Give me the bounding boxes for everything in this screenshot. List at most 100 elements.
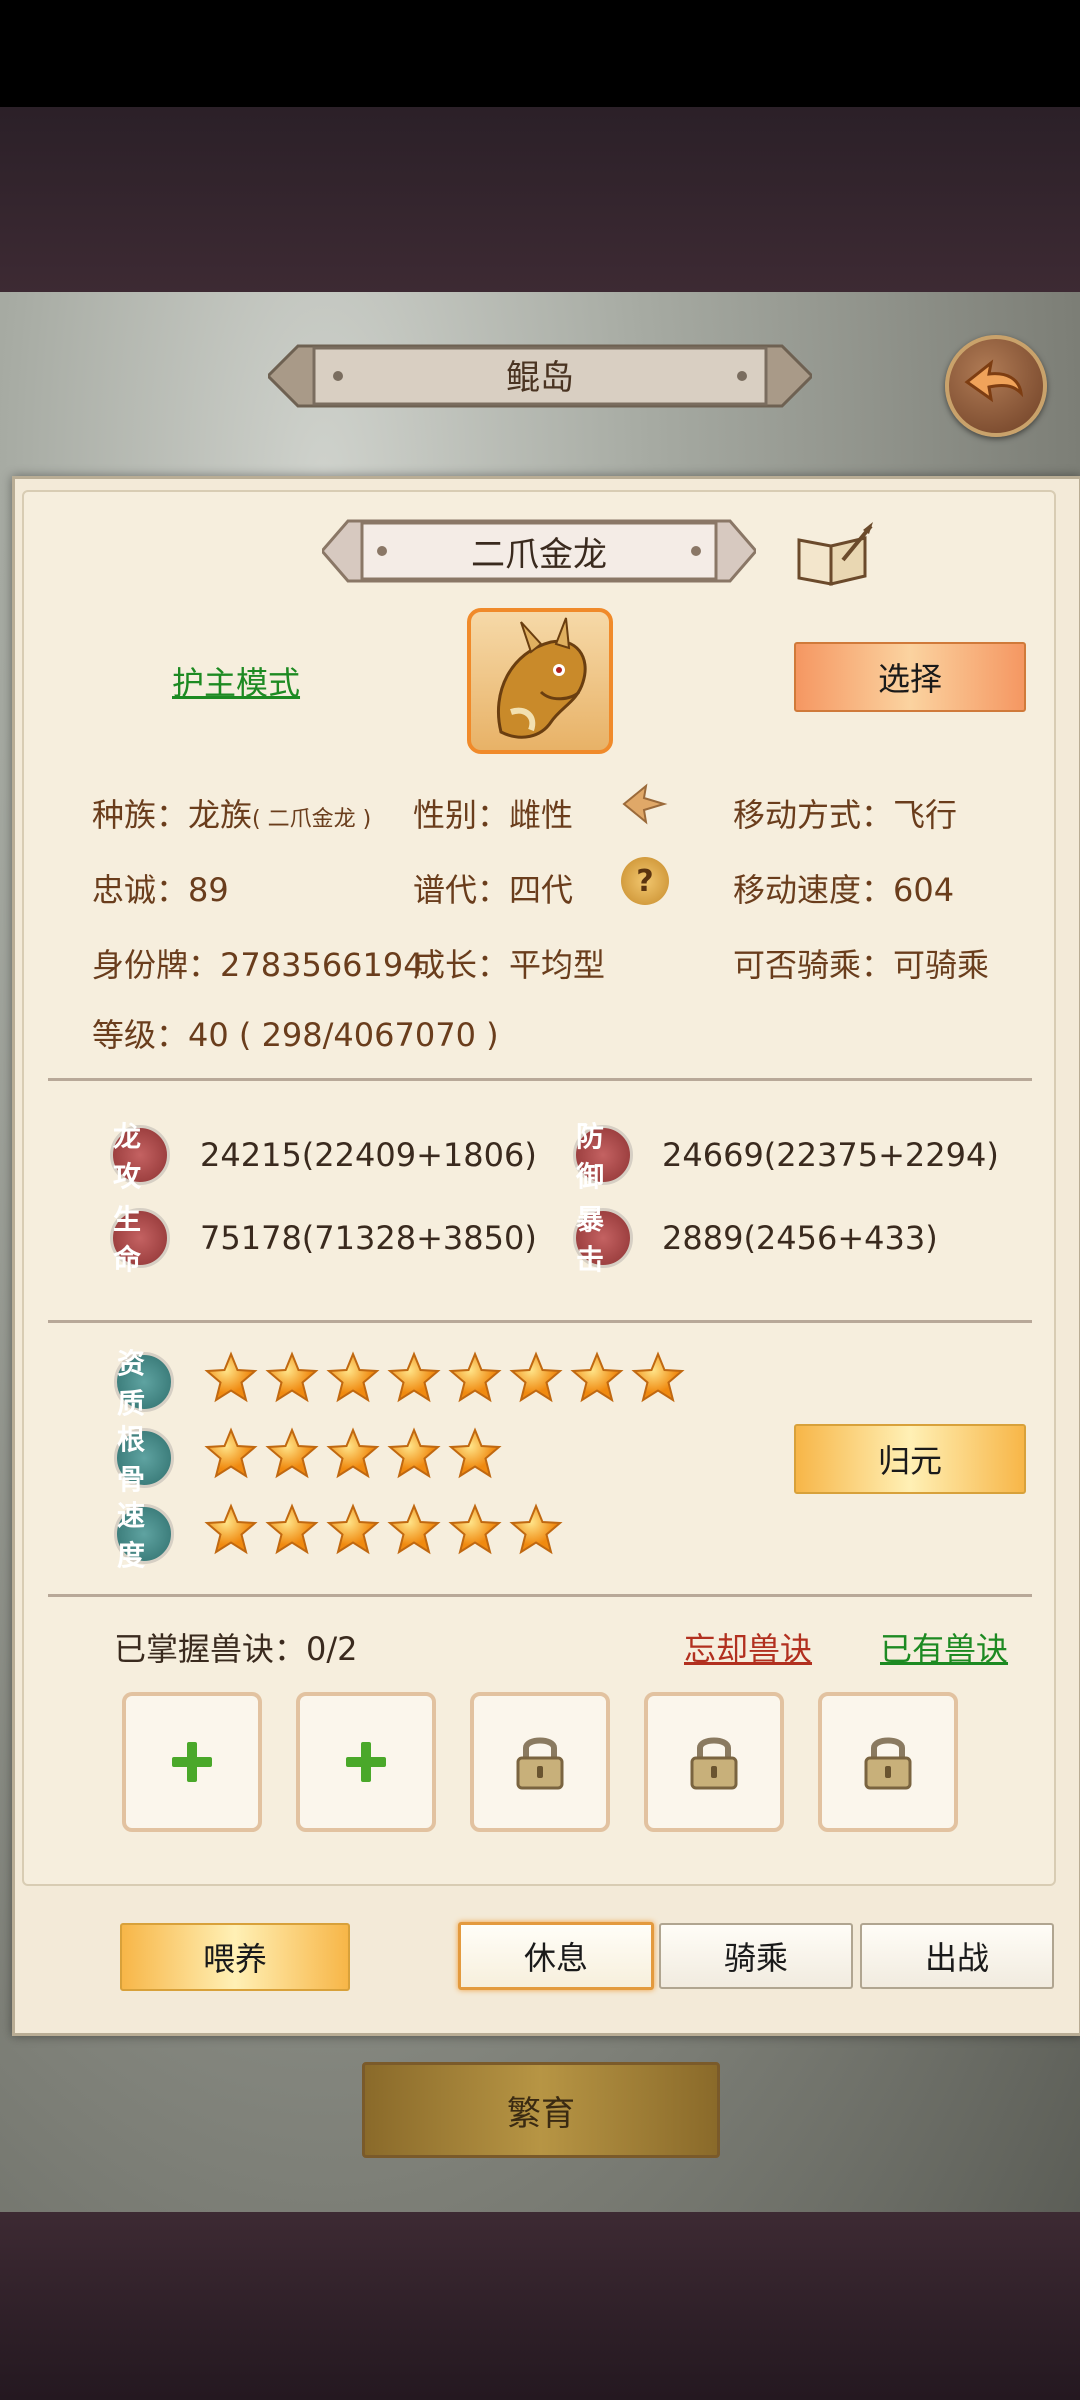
race-row: 种族：龙族( 二爪金龙 ): [92, 790, 371, 836]
lock-icon: [516, 1737, 564, 1790]
top-bar: [0, 0, 1080, 107]
select-button[interactable]: 选择: [794, 642, 1026, 712]
move-mode-row: 移动方式：飞行: [733, 790, 957, 836]
move-speed-label: 移动速度：: [733, 871, 894, 909]
battle-button[interactable]: 出战: [860, 1923, 1054, 1989]
mastered-label: 已掌握兽诀：: [114, 1630, 307, 1668]
pet-name: 二爪金龙: [471, 535, 607, 575]
skill-slots: [122, 1692, 962, 1842]
back-button[interactable]: [945, 335, 1047, 437]
level-label: 等级：: [92, 1016, 189, 1054]
level-value: 40 ( 298/4067070 ): [188, 1016, 499, 1054]
generation-row: 谱代：四代: [413, 865, 573, 911]
mastered-value: 0/2: [306, 1630, 358, 1668]
star-icon: [204, 1503, 258, 1555]
locked-skill-slot: [818, 1692, 958, 1832]
star-icon: [265, 1427, 319, 1479]
growth-row: 成长：平均型: [413, 940, 605, 986]
move-mode-value: 飞行: [893, 796, 958, 834]
defense-badge: 防御: [573, 1120, 633, 1193]
id-label: 身份牌：: [92, 946, 221, 984]
mastered-skills: 已掌握兽诀：0/2: [114, 1624, 358, 1670]
star-icon: [570, 1351, 624, 1403]
race-label: 种族：: [92, 796, 189, 834]
female-symbol-icon: [622, 783, 668, 825]
divider: [48, 1594, 1032, 1597]
crit-value: 2889(2456+433): [662, 1219, 938, 1257]
hp-badge: 生命: [110, 1203, 170, 1276]
star-icon: [204, 1427, 258, 1479]
star-icon: [448, 1427, 502, 1479]
move-speed-row: 移动速度：604: [733, 865, 954, 911]
star-icon: [204, 1351, 258, 1403]
attack-value: 24215(22409+1806): [200, 1136, 537, 1174]
loyalty-value: 89: [188, 871, 229, 909]
hp-value: 75178(71328+3850): [200, 1219, 537, 1257]
feed-button[interactable]: 喂养: [120, 1923, 350, 1991]
gender-value: 雌性: [509, 796, 574, 834]
rideable-label: 可否骑乘：: [733, 946, 894, 984]
guard-mode-link[interactable]: 护主模式: [172, 658, 300, 704]
ride-button[interactable]: 骑乘: [659, 1923, 853, 1989]
defense-value: 24669(22375+2294): [662, 1136, 999, 1174]
page-title: 鲲岛: [506, 358, 574, 398]
locked-skill-slot: [470, 1692, 610, 1832]
loyalty-row: 忠诚：89: [92, 865, 229, 911]
id-value: 2783566194: [220, 946, 424, 984]
dragon-portrait-icon: [496, 617, 587, 739]
rideable-row: 可否骑乘：可骑乘: [733, 940, 989, 986]
crit-badge: 暴击: [573, 1203, 633, 1276]
attack-badge: 龙攻: [110, 1120, 170, 1193]
star-icon: [387, 1503, 441, 1555]
star-icon: [265, 1351, 319, 1403]
bottom-frame: [0, 2212, 1080, 2400]
star-icon: [326, 1427, 380, 1479]
growth-label: 成长：: [413, 946, 510, 984]
lock-icon: [690, 1737, 738, 1790]
speed-badge: 速度: [114, 1499, 174, 1572]
plus-icon: [346, 1742, 386, 1782]
divider: [48, 1320, 1032, 1323]
top-frame: [0, 107, 1080, 292]
star-icon: [326, 1351, 380, 1403]
id-row: 身份牌：2783566194: [92, 940, 424, 986]
add-skill-slot[interactable]: [296, 1692, 436, 1832]
star-icon: [448, 1351, 502, 1403]
rest-button[interactable]: 休息: [458, 1922, 654, 1990]
growth-value: 平均型: [509, 946, 606, 984]
star-icon: [326, 1503, 380, 1555]
plus-icon: [172, 1742, 212, 1782]
star-icon: [509, 1503, 563, 1555]
breed-button[interactable]: 繁育: [362, 2062, 720, 2158]
generation-value: 四代: [509, 871, 574, 909]
divider: [48, 1078, 1032, 1081]
restore-button[interactable]: 归元: [794, 1424, 1026, 1494]
star-icon: [387, 1351, 441, 1403]
help-icon[interactable]: ?: [621, 857, 669, 905]
book-quill-icon[interactable]: [793, 520, 875, 588]
star-icon: [509, 1351, 563, 1403]
gender-label: 性别：: [413, 796, 510, 834]
lock-icon: [864, 1737, 912, 1790]
star-icon: [448, 1503, 502, 1555]
gender-row: 性别：雌性: [413, 790, 573, 836]
bone-badge: 根骨: [114, 1423, 174, 1496]
star-icon: [265, 1503, 319, 1555]
star-icon: [631, 1351, 685, 1403]
locked-skill-slot: [644, 1692, 784, 1832]
star-icon: [387, 1427, 441, 1479]
add-skill-slot[interactable]: [122, 1692, 262, 1832]
generation-label: 谱代：: [413, 871, 510, 909]
back-arrow-icon: [964, 359, 1024, 403]
forget-skill-link[interactable]: 忘却兽诀: [684, 1624, 812, 1670]
owned-skills-link[interactable]: 已有兽诀: [880, 1624, 1008, 1670]
level-row: 等级：40 ( 298/4067070 ): [92, 1010, 499, 1056]
move-mode-label: 移动方式：: [733, 796, 894, 834]
loyalty-label: 忠诚：: [92, 871, 189, 909]
pet-avatar[interactable]: [467, 608, 613, 754]
rideable-value: 可骑乘: [893, 946, 990, 984]
aptitude-badge: 资质: [114, 1347, 174, 1420]
race-subvalue: ( 二爪金龙 ): [252, 807, 372, 832]
race-value: 龙族: [188, 796, 253, 834]
move-speed-value: 604: [893, 871, 955, 909]
